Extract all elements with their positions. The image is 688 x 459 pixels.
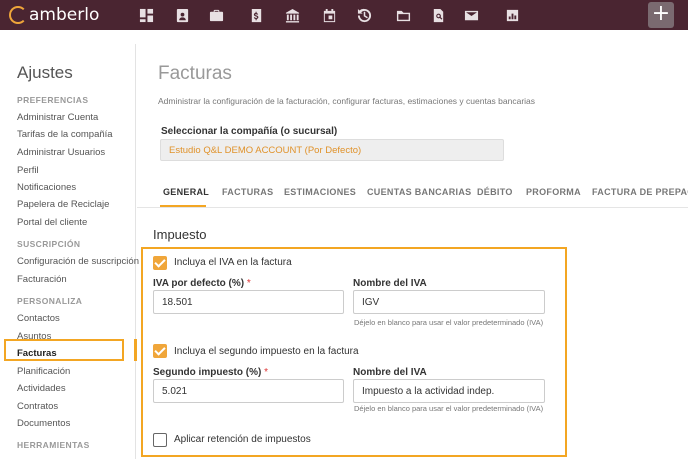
sidebar-item-perfil[interactable]: Perfil — [17, 165, 39, 176]
tab-factura-prepago[interactable]: FACTURA DE PREPAGO — [592, 187, 688, 197]
billing-icon[interactable] — [246, 5, 266, 25]
sidebar-item-papelera[interactable]: Papelera de Reciclaje — [17, 199, 109, 210]
calendar-icon[interactable] — [319, 5, 339, 25]
tab-general[interactable]: GENERAL — [163, 187, 209, 197]
sidebar-section-suscripcion: SUSCRIPCIÓN — [17, 239, 81, 249]
include-second-tax-checkbox[interactable] — [153, 344, 167, 358]
sidebar-item-contactos[interactable]: Contactos — [17, 313, 60, 324]
tab-proforma[interactable]: PROFORMA — [526, 187, 581, 197]
sidebar-item-notificaciones[interactable]: Notificaciones — [17, 182, 76, 193]
timer-icon[interactable] — [354, 5, 374, 25]
tab-debito[interactable]: DÉBITO — [477, 187, 513, 197]
sidebar-item-facturacion[interactable]: Facturación — [17, 274, 67, 285]
page-subtitle: Administrar la configuración de la factu… — [158, 96, 536, 106]
section-title-impuesto: Impuesto — [153, 227, 207, 242]
sidebar-item-documentos[interactable]: Documentos — [17, 418, 70, 429]
sidebar-item-actividades[interactable]: Actividades — [17, 383, 66, 394]
brand-logo[interactable]: amberlo — [9, 4, 99, 26]
settings-tabs: GENERAL FACTURAS ESTIMACIONES CUENTAS BA… — [137, 180, 688, 208]
bank-icon[interactable] — [282, 5, 302, 25]
sidebar-highlight-box — [4, 339, 124, 361]
amberlo-logo-icon — [9, 6, 27, 24]
sidebar-section-preferencias: PREFERENCIAS — [17, 95, 89, 105]
withholding-label: Aplicar retención de impuestos — [174, 434, 311, 445]
vat-name-hint: Déjelo en blanco para usar el valor pred… — [354, 318, 544, 327]
briefcase-icon[interactable] — [206, 5, 226, 25]
folder-icon[interactable] — [393, 5, 413, 25]
withholding-checkbox[interactable] — [153, 433, 167, 447]
sidebar-item-administrar-usuarios[interactable]: Administrar Usuarios — [17, 147, 105, 158]
second-tax-name-label: Nombre del IVA — [353, 367, 427, 378]
page-title: Facturas — [158, 63, 232, 84]
company-select[interactable]: Estudio Q&L DEMO ACCOUNT (Por Defecto) — [160, 139, 504, 161]
dashboard-icon[interactable] — [136, 5, 156, 25]
second-tax-label: Segundo impuesto (%) * — [153, 367, 269, 378]
main-content: Facturas Administrar la configuración de… — [137, 30, 688, 459]
include-second-tax-label: Incluya el segundo impuesto en la factur… — [174, 346, 359, 357]
sidebar-item-configuracion-suscripcion[interactable]: Configuración de suscripción — [17, 256, 139, 267]
settings-sidebar: Ajustes — [0, 44, 136, 459]
add-new-button[interactable]: + — [648, 2, 674, 28]
sidebar-title: Ajustes — [17, 63, 73, 82]
sidebar-section-herramientas: HERRAMIENTAS — [17, 440, 90, 450]
sidebar-item-contratos[interactable]: Contratos — [17, 401, 58, 412]
vat-name-input[interactable]: IGV — [353, 290, 545, 314]
second-tax-name-hint: Déjelo en blanco para usar el valor pred… — [354, 404, 544, 413]
second-tax-input[interactable]: 5.021 — [153, 379, 344, 403]
top-navigation-bar: amberlo + — [0, 0, 688, 30]
sidebar-item-portal-cliente[interactable]: Portal del cliente — [17, 217, 87, 228]
include-vat-checkbox[interactable] — [153, 256, 167, 270]
tab-cuentas-bancarias[interactable]: CUENTAS BANCARIAS — [367, 187, 471, 197]
company-select-label: Seleccionar la compañía (o sucursal) — [161, 126, 338, 137]
include-vat-label: Incluya el IVA en la factura — [174, 257, 292, 268]
tab-facturas[interactable]: FACTURAS — [222, 187, 273, 197]
brand-name: amberlo — [29, 5, 100, 25]
second-tax-name-input[interactable]: Impuesto a la actividad indep. — [353, 379, 545, 403]
sidebar-section-personaliza: PERSONALIZA — [17, 296, 83, 306]
sidebar-item-tarifas[interactable]: Tarifas de la compañía — [17, 129, 113, 140]
active-tab-underline — [160, 205, 206, 207]
reports-icon[interactable] — [502, 5, 522, 25]
tab-estimaciones[interactable]: ESTIMACIONES — [284, 187, 356, 197]
mail-icon[interactable] — [461, 5, 481, 25]
default-vat-input[interactable]: 18.501 — [153, 290, 344, 314]
vat-name-label: Nombre del IVA — [353, 278, 427, 289]
sidebar-item-planificacion[interactable]: Planificación — [17, 366, 70, 377]
contacts-icon[interactable] — [172, 5, 192, 25]
default-vat-label: IVA por defecto (%) * — [153, 278, 251, 289]
file-search-icon[interactable] — [428, 5, 448, 25]
sidebar-item-administrar-cuenta[interactable]: Administrar Cuenta — [17, 112, 98, 123]
